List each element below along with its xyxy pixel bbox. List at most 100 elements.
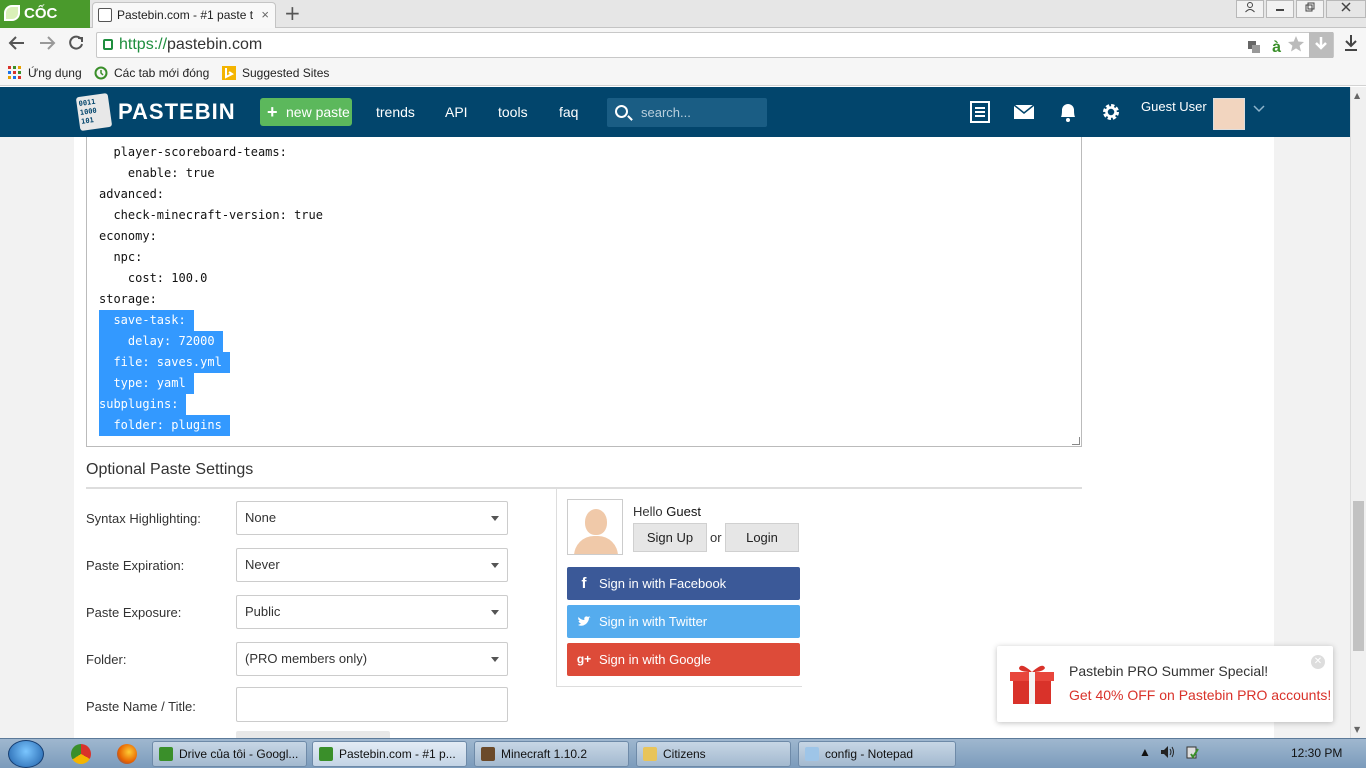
search-input[interactable]: search... — [607, 98, 767, 127]
taskbar-task-2[interactable]: Pastebin.com - #1 p... — [312, 741, 467, 767]
user-avatar[interactable] — [1213, 98, 1245, 130]
code-line: save-task: — [99, 310, 194, 331]
pastebin-logo-icon[interactable]: 0011 1000 101 — [75, 92, 113, 132]
back-arrow-icon[interactable] — [8, 34, 26, 57]
create-paste-button[interactable] — [236, 731, 390, 738]
code-line: economy: — [99, 229, 157, 243]
paste-code-textarea[interactable]: use-boat-controls: true player-scoreboar… — [86, 137, 1082, 447]
new-tab-button[interactable]: + — [284, 2, 301, 24]
network-icon[interactable] — [1186, 745, 1200, 764]
clock[interactable]: 12:30 PM — [1291, 746, 1342, 760]
task-label: Drive của tôi - Googl... — [179, 747, 299, 761]
promo-close-icon[interactable]: ✕ — [1311, 655, 1325, 669]
promo-offer[interactable]: Get 40% OFF on Pastebin PRO accounts! — [1069, 687, 1331, 703]
paste-expiration-label: Paste Expiration: — [86, 558, 185, 573]
code-line: file: saves.yml — [99, 352, 230, 373]
hello-guest-text: Hello Guest — [633, 504, 701, 519]
paste-exposure-label: Paste Exposure: — [86, 605, 182, 620]
nav-api[interactable]: API — [445, 104, 468, 120]
chrome-icon[interactable] — [71, 744, 91, 764]
bookmark-label: Ứng dụng — [28, 66, 82, 80]
notifications-bell-icon[interactable] — [1057, 101, 1079, 123]
code-line: player-scoreboard-teams: — [99, 145, 287, 159]
folder-select[interactable]: (PRO members only) — [236, 642, 508, 676]
messages-envelope-icon[interactable] — [1013, 101, 1035, 123]
page-scrollbar[interactable]: ▲ ▼ — [1350, 87, 1366, 738]
facebook-signin-button[interactable]: f Sign in with Facebook — [567, 567, 800, 600]
sign-up-button[interactable]: Sign Up — [633, 523, 707, 552]
browser-menu-download-icon[interactable] — [1344, 34, 1358, 56]
code-line: cost: 100.0 — [99, 271, 208, 285]
scroll-down-icon[interactable]: ▼ — [1354, 725, 1360, 734]
new-paste-label: new paste — [286, 104, 350, 120]
site-header: 0011 1000 101 PASTEBIN + new paste trends … — [0, 87, 1350, 137]
bookmark-recent-tabs[interactable]: Các tab mới đóng — [94, 66, 209, 80]
task-label: Citizens — [663, 747, 706, 761]
taskbar-task-1[interactable]: Drive của tôi - Googl... — [152, 741, 307, 767]
site-logo[interactable]: PASTEBIN — [118, 99, 236, 125]
new-paste-button[interactable]: + new paste — [260, 98, 352, 126]
translate-icon[interactable] — [1247, 37, 1261, 61]
caret-down-icon — [491, 610, 499, 615]
hello-word: Hello — [633, 504, 663, 519]
select-value: Public — [245, 604, 281, 619]
folder-label: Folder: — [86, 652, 127, 667]
taskbar-task-5[interactable]: config - Notepad — [798, 741, 956, 767]
minimize-icon[interactable] — [1266, 0, 1294, 18]
firefox-icon[interactable] — [117, 744, 137, 764]
address-toolbar: https://pastebin.com à — [0, 28, 1366, 62]
forward-arrow-icon[interactable] — [38, 34, 56, 57]
code-line: folder: plugins — [99, 415, 230, 436]
bookmark-suggested-sites[interactable]: Suggested Sites — [222, 66, 329, 80]
windows-taskbar: Drive của tôi - Googl... Pastebin.com - #… — [0, 738, 1366, 768]
bookmark-apps[interactable]: Ứng dụng — [8, 66, 82, 80]
paste-expiration-select[interactable]: Never — [236, 548, 508, 582]
paste-name-input[interactable] — [236, 687, 508, 722]
paste-exposure-select[interactable]: Public — [236, 595, 508, 629]
reload-icon[interactable] — [67, 34, 85, 57]
bookmark-star-icon[interactable] — [1287, 35, 1305, 60]
facebook-icon: f — [581, 575, 587, 592]
guest-user-name[interactable]: Guest User — [1141, 99, 1207, 114]
nav-trends[interactable]: trends — [376, 104, 415, 120]
windows-start-icon[interactable] — [8, 740, 44, 768]
search-icon — [615, 105, 628, 118]
resize-handle-icon[interactable] — [1072, 437, 1080, 445]
caret-down-icon — [491, 657, 499, 662]
taskbar-task-4[interactable]: Citizens — [636, 741, 791, 767]
nav-faq[interactable]: faq — [559, 104, 578, 120]
tab-close-icon[interactable]: × — [261, 3, 269, 27]
tray-expand-icon[interactable]: ▲ — [1139, 745, 1151, 759]
download-icon[interactable] — [1309, 32, 1333, 58]
google-signin-button[interactable]: g+ Sign in with Google — [567, 643, 800, 676]
coccoc-menu-button[interactable]: CỐC CỐC — [0, 0, 90, 50]
twitter-signin-button[interactable]: Sign in with Twitter — [567, 605, 800, 638]
avatar-body — [574, 536, 618, 554]
tab-pastebin[interactable]: Pastebin.com - #1 paste t × — [92, 2, 276, 28]
nav-tools[interactable]: tools — [498, 104, 528, 120]
profile-icon[interactable] — [1236, 0, 1264, 18]
pro-promo-popup[interactable]: Pastebin PRO Summer Special! Get 40% OFF… — [997, 646, 1333, 722]
task-app-icon — [159, 747, 173, 761]
chevron-down-icon[interactable] — [1253, 102, 1265, 116]
gift-icon — [1010, 665, 1054, 704]
taskbar-task-3[interactable]: Minecraft 1.10.2 — [474, 741, 629, 767]
settings-gear-icon[interactable] — [1100, 101, 1122, 123]
login-button[interactable]: Login — [725, 523, 799, 552]
bookmark-label: Suggested Sites — [242, 66, 330, 80]
task-label: Pastebin.com - #1 p... — [339, 747, 456, 761]
window-close-icon[interactable] — [1326, 0, 1366, 18]
google-label: Sign in with Google — [599, 652, 712, 667]
search-placeholder: search... — [641, 105, 691, 120]
my-pastes-list-icon[interactable] — [970, 101, 992, 123]
browser-tab-strip: CỐC CỐC Pastebin.com - #1 paste t × + — [0, 0, 1366, 50]
caret-down-icon — [491, 516, 499, 521]
volume-icon[interactable] — [1160, 745, 1176, 762]
coccoc-dictionary-icon[interactable]: à — [1272, 36, 1281, 60]
restore-icon[interactable] — [1296, 0, 1324, 18]
syntax-highlighting-select[interactable]: None — [236, 501, 508, 535]
scroll-up-icon[interactable]: ▲ — [1354, 91, 1360, 100]
scrollbar-thumb[interactable] — [1353, 501, 1364, 651]
task-app-icon — [805, 747, 819, 761]
address-bar-input[interactable]: https://pastebin.com à — [96, 32, 1334, 58]
